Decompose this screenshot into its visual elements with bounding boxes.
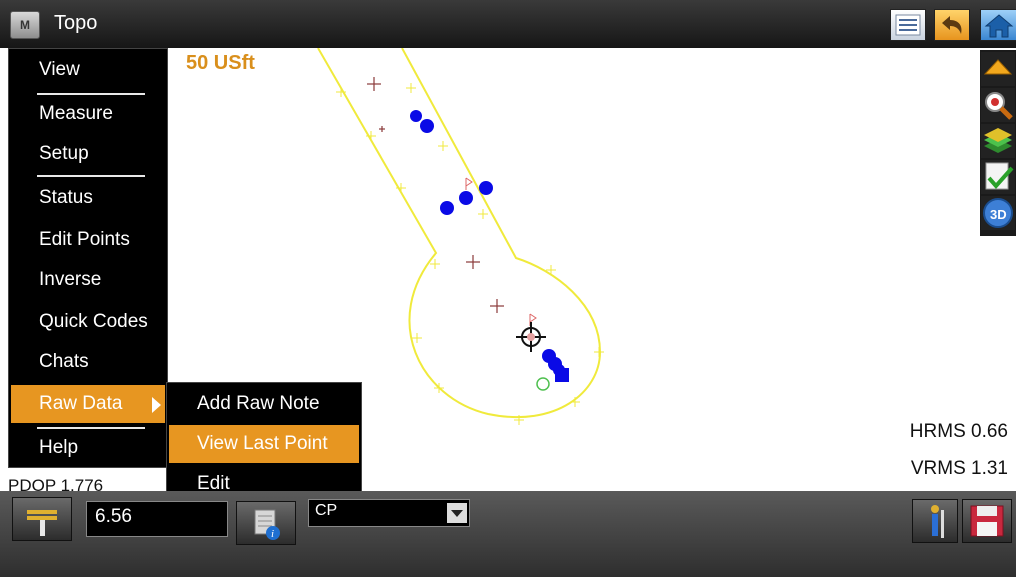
vrms-readout: VRMS 1.31 <box>910 458 1008 479</box>
menu-item-quick-codes[interactable]: Quick Codes <box>11 303 165 341</box>
pan-up-icon[interactable] <box>981 52 1015 86</box>
bottom-bar: 6.56 i CP <box>0 491 1016 577</box>
menu-item-raw-data-label: Raw Data <box>39 393 123 414</box>
check-icon[interactable] <box>981 160 1015 194</box>
code-select[interactable]: CP <box>308 499 470 527</box>
antenna-height-input[interactable]: 6.56 <box>86 501 228 537</box>
layers-icon[interactable] <box>981 124 1015 158</box>
app-title: Topo <box>54 12 98 34</box>
submenu-item-view-last-point[interactable]: View Last Point <box>169 425 359 463</box>
pdop-readout: PDOP 1.776 <box>8 476 104 491</box>
menu-item-measure[interactable]: Measure <box>11 95 165 133</box>
measure-person-icon[interactable] <box>912 499 958 543</box>
menu-item-inverse[interactable]: Inverse <box>11 261 165 299</box>
point-info-icon[interactable]: i <box>236 501 296 545</box>
menu-item-view[interactable]: View <box>11 51 165 89</box>
submenu-item-add-raw-note[interactable]: Add Raw Note <box>169 385 359 423</box>
menu-item-raw-data[interactable]: Raw Data <box>11 385 165 423</box>
app-logo: M <box>20 18 30 32</box>
svg-text:3D: 3D <box>990 207 1007 222</box>
raw-data-submenu: Add Raw Note View Last Point Edit <box>166 382 362 508</box>
menu-item-help[interactable]: Help <box>11 429 165 467</box>
map-tools-bar: 3D <box>980 50 1016 236</box>
home-icon[interactable] <box>980 9 1016 41</box>
menu-item-chats[interactable]: Chats <box>11 343 165 381</box>
main-menu: View Measure Setup Status Edit Points In… <box>8 48 168 468</box>
zoom-icon[interactable] <box>981 88 1015 122</box>
scale-label: 50 USft <box>186 52 255 74</box>
code-value: CP <box>315 502 338 519</box>
rod-height-icon[interactable] <box>12 497 72 541</box>
menu-item-status[interactable]: Status <box>11 179 165 217</box>
svg-text:i: i <box>271 528 274 540</box>
3d-view-icon[interactable]: 3D <box>981 196 1015 230</box>
title-bar: M Topo <box>0 0 1016 48</box>
store-save-icon[interactable] <box>962 499 1012 543</box>
menu-item-setup[interactable]: Setup <box>11 135 165 173</box>
app-menu-button[interactable]: M <box>10 11 40 39</box>
undo-icon[interactable] <box>934 9 970 41</box>
list-icon[interactable] <box>890 9 926 41</box>
hrms-readout: HRMS 0.66 <box>909 421 1008 442</box>
menu-item-edit-points[interactable]: Edit Points <box>11 221 165 259</box>
submenu-arrow-icon <box>152 397 161 413</box>
menu-separator <box>37 175 145 177</box>
chevron-down-icon[interactable] <box>447 503 467 523</box>
